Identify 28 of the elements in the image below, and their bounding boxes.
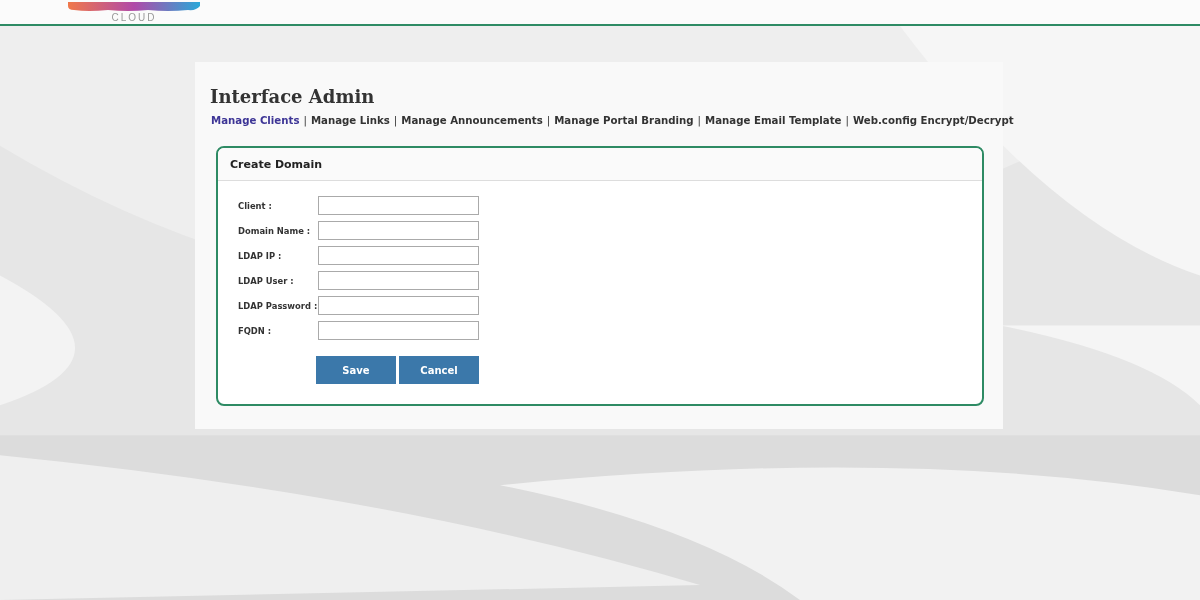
field-label: LDAP Password : (238, 300, 316, 311)
field-label: LDAP User : (238, 275, 295, 286)
form-button[interactable]: Cancel (399, 356, 479, 384)
nav-link[interactable]: Manage Portal Branding (554, 115, 694, 126)
panel-title: Create Domain (230, 157, 323, 171)
nav-link[interactable]: Manage Links (310, 115, 390, 126)
input-field[interactable] (318, 271, 479, 290)
input-field[interactable] (318, 321, 479, 340)
field-label: Client : (238, 200, 273, 211)
separator: | (393, 115, 398, 126)
nav-link[interactable]: Manage Clients (211, 115, 300, 126)
input-field[interactable] (318, 221, 479, 240)
form-button[interactable]: Save (316, 356, 396, 384)
nav-link[interactable]: Manage Announcements (401, 115, 543, 126)
separator: | (546, 115, 551, 126)
separator: | (697, 115, 702, 126)
nav-link[interactable]: Manage Email Template (705, 115, 842, 126)
nav-link[interactable]: Web.config Encrypt/Decrypt (852, 115, 1014, 126)
page-title: Interface Admin (210, 86, 376, 107)
separator: | (845, 115, 849, 126)
separator: | (303, 115, 307, 126)
field-label: LDAP IP : (238, 250, 283, 261)
input-field[interactable] (318, 296, 479, 315)
field-label: FQDN : (238, 325, 273, 336)
field-label: Domain Name : (238, 225, 312, 236)
input-field[interactable] (318, 196, 479, 215)
input-field[interactable] (318, 246, 479, 265)
logo-subtitle: CLOUD (111, 12, 157, 24)
